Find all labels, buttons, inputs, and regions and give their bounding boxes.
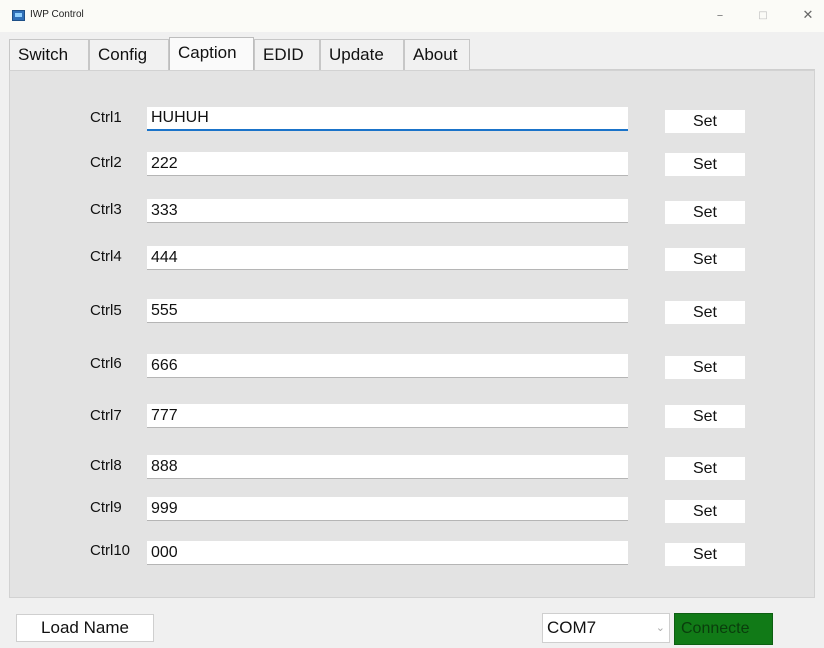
app-window: IWP Control – □ ✕ Switch Config Caption … [0, 0, 824, 648]
ctrl9-label: Ctrl9 [90, 499, 122, 516]
caption-panel: Ctrl1 Set Ctrl2 Set Ctrl3 Set Ctrl4 Set … [9, 70, 815, 598]
ctrl5-label: Ctrl5 [90, 302, 122, 319]
ctrl10-label: Ctrl10 [90, 542, 131, 559]
ctrl1-label: Ctrl1 [90, 109, 122, 126]
chevron-down-icon[interactable]: ⌄ [656, 614, 665, 642]
ctrl7-input[interactable] [147, 404, 628, 428]
ctrl4-label: Ctrl4 [90, 248, 122, 265]
ctrl6-input[interactable] [147, 354, 628, 378]
ctrl8-set-button[interactable]: Set [664, 456, 746, 481]
ctrl2-set-button[interactable]: Set [664, 152, 746, 177]
ctrl8-label: Ctrl8 [90, 457, 122, 474]
ctrl3-set-button[interactable]: Set [664, 200, 746, 225]
load-name-button[interactable]: Load Name [16, 614, 154, 642]
ctrl5-set-button[interactable]: Set [664, 300, 746, 325]
ctrl9-set-button[interactable]: Set [664, 499, 746, 524]
window-title: IWP Control [30, 9, 84, 20]
com-port-value: COM7 [547, 618, 597, 637]
ctrl2-label: Ctrl2 [90, 154, 122, 171]
com-port-select[interactable]: COM7 ⌄ [542, 613, 670, 643]
minimize-button[interactable]: – [706, 6, 734, 26]
tab-edid[interactable]: EDID [254, 39, 320, 71]
ctrl1-input[interactable] [147, 107, 628, 131]
tab-config[interactable]: Config [89, 39, 169, 71]
tab-caption[interactable]: Caption [169, 37, 254, 71]
close-button[interactable]: ✕ [794, 6, 822, 26]
ctrl7-set-button[interactable]: Set [664, 404, 746, 429]
tab-strip: Switch Config Caption EDID Update About [9, 37, 815, 71]
tab-switch[interactable]: Switch [9, 39, 89, 71]
tab-update[interactable]: Update [320, 39, 404, 71]
ctrl6-set-button[interactable]: Set [664, 355, 746, 380]
connect-button[interactable]: Connecte [674, 613, 773, 645]
ctrl3-input[interactable] [147, 199, 628, 223]
ctrl2-input[interactable] [147, 152, 628, 176]
ctrl10-input[interactable] [147, 541, 628, 565]
ctrl5-input[interactable] [147, 299, 628, 323]
title-bar[interactable]: IWP Control – □ ✕ [0, 0, 824, 32]
ctrl4-input[interactable] [147, 246, 628, 270]
ctrl6-label: Ctrl6 [90, 355, 122, 372]
ctrl1-set-button[interactable]: Set [664, 109, 746, 134]
app-icon [12, 10, 25, 21]
tab-about[interactable]: About [404, 39, 470, 71]
ctrl9-input[interactable] [147, 497, 628, 521]
ctrl4-set-button[interactable]: Set [664, 247, 746, 272]
ctrl7-label: Ctrl7 [90, 407, 122, 424]
ctrl3-label: Ctrl3 [90, 201, 122, 218]
maximize-button[interactable]: □ [749, 6, 777, 26]
ctrl10-set-button[interactable]: Set [664, 542, 746, 567]
ctrl8-input[interactable] [147, 455, 628, 479]
